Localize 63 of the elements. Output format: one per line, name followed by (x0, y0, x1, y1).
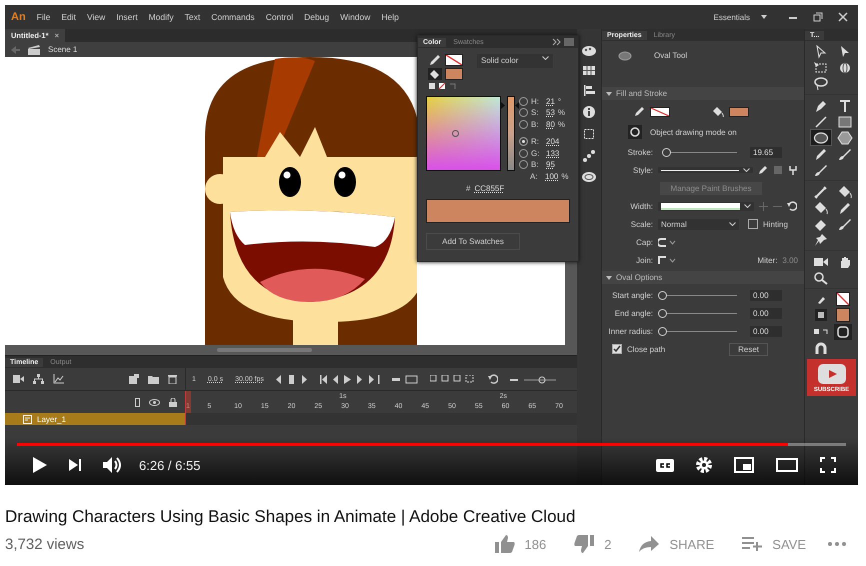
reset-button[interactable]: Reset (729, 342, 768, 356)
section-header[interactable]: Oval Options (602, 271, 804, 284)
option-value[interactable]: 0.00 (750, 308, 782, 318)
field-value[interactable]: 80 (546, 120, 555, 128)
menu-item[interactable]: Insert (116, 12, 138, 22)
time-display: 6:26 / 6:55 (139, 458, 200, 472)
menu-item[interactable]: View (87, 12, 106, 22)
miter-label: Miter: (757, 256, 778, 264)
style-label: Style: (632, 166, 653, 174)
close-path-label: Close path (627, 344, 666, 354)
menu-item[interactable]: Text (184, 12, 200, 22)
hash-label: # (466, 184, 470, 193)
scene-label: Scene 1 (48, 45, 78, 54)
unit-label: % (561, 172, 568, 180)
workspace-dropdown[interactable]: Essentials (714, 12, 750, 22)
field-value[interactable]: 133 (546, 148, 560, 158)
field-label: S: (531, 108, 540, 117)
unit-label: % (558, 108, 566, 117)
section-header[interactable]: Fill and Stroke (602, 87, 804, 100)
unit-label: ° (558, 96, 562, 106)
field-label: A: (530, 172, 539, 180)
field-value[interactable]: 95 (546, 160, 555, 169)
video-title: Drawing Characters Using Basic Shapes in Animate | Adobe Creative Cloud (5, 507, 576, 527)
field-value[interactable]: 204 (546, 137, 560, 146)
menu-item[interactable]: Edit (61, 12, 76, 22)
option-label: End angle: (614, 308, 653, 318)
stroke-value[interactable]: 19.65 (750, 146, 782, 158)
fill-type-dropdown[interactable]: Solid color (477, 54, 553, 68)
menu-item[interactable]: Help (381, 12, 399, 22)
unit-label: % (558, 120, 566, 128)
field-label: H: (531, 96, 540, 106)
add-to-swatches-button[interactable]: Add To Swatches (426, 233, 520, 250)
field-label: B: (531, 120, 540, 128)
scale-dropdown[interactable]: Normal (658, 218, 739, 230)
menu-item[interactable]: Control (266, 12, 294, 22)
hex-value[interactable]: CC855F (474, 184, 504, 193)
field-label: B: (531, 160, 540, 169)
tool-name: Oval Tool (654, 51, 688, 60)
hinting-label: Hinting (763, 220, 788, 228)
field-label: G: (531, 148, 540, 158)
field-value[interactable]: 53 (546, 108, 555, 117)
cap-label: Cap: (635, 238, 653, 246)
layer-name: Layer_1 (37, 414, 66, 424)
app-logo: An (11, 11, 26, 23)
width-label: Width: (629, 202, 653, 210)
option-label: Inner radius: (608, 326, 653, 336)
layer-row[interactable]: Layer_1 (5, 413, 185, 425)
option-value[interactable]: 0.00 (750, 290, 782, 300)
option-label: Start angle: (611, 290, 653, 300)
menu-item[interactable]: File (36, 12, 50, 22)
menu-item[interactable]: Modify (148, 12, 174, 22)
menu-item[interactable]: Debug (304, 12, 330, 22)
menu-item[interactable]: Window (340, 12, 370, 22)
join-label: Join: (635, 256, 653, 264)
stroke-label: Stroke: (626, 148, 653, 156)
object-drawing-label: Object drawing mode on (650, 128, 737, 136)
field-value[interactable]: 100 (545, 172, 558, 180)
scale-label: Scale: (630, 220, 653, 228)
field-label: R: (531, 137, 540, 146)
menu-item[interactable]: Commands (211, 12, 255, 22)
view-count: 3,732 views (5, 536, 84, 552)
option-value[interactable]: 0.00 (750, 326, 782, 336)
field-value[interactable]: 21 (546, 96, 555, 106)
